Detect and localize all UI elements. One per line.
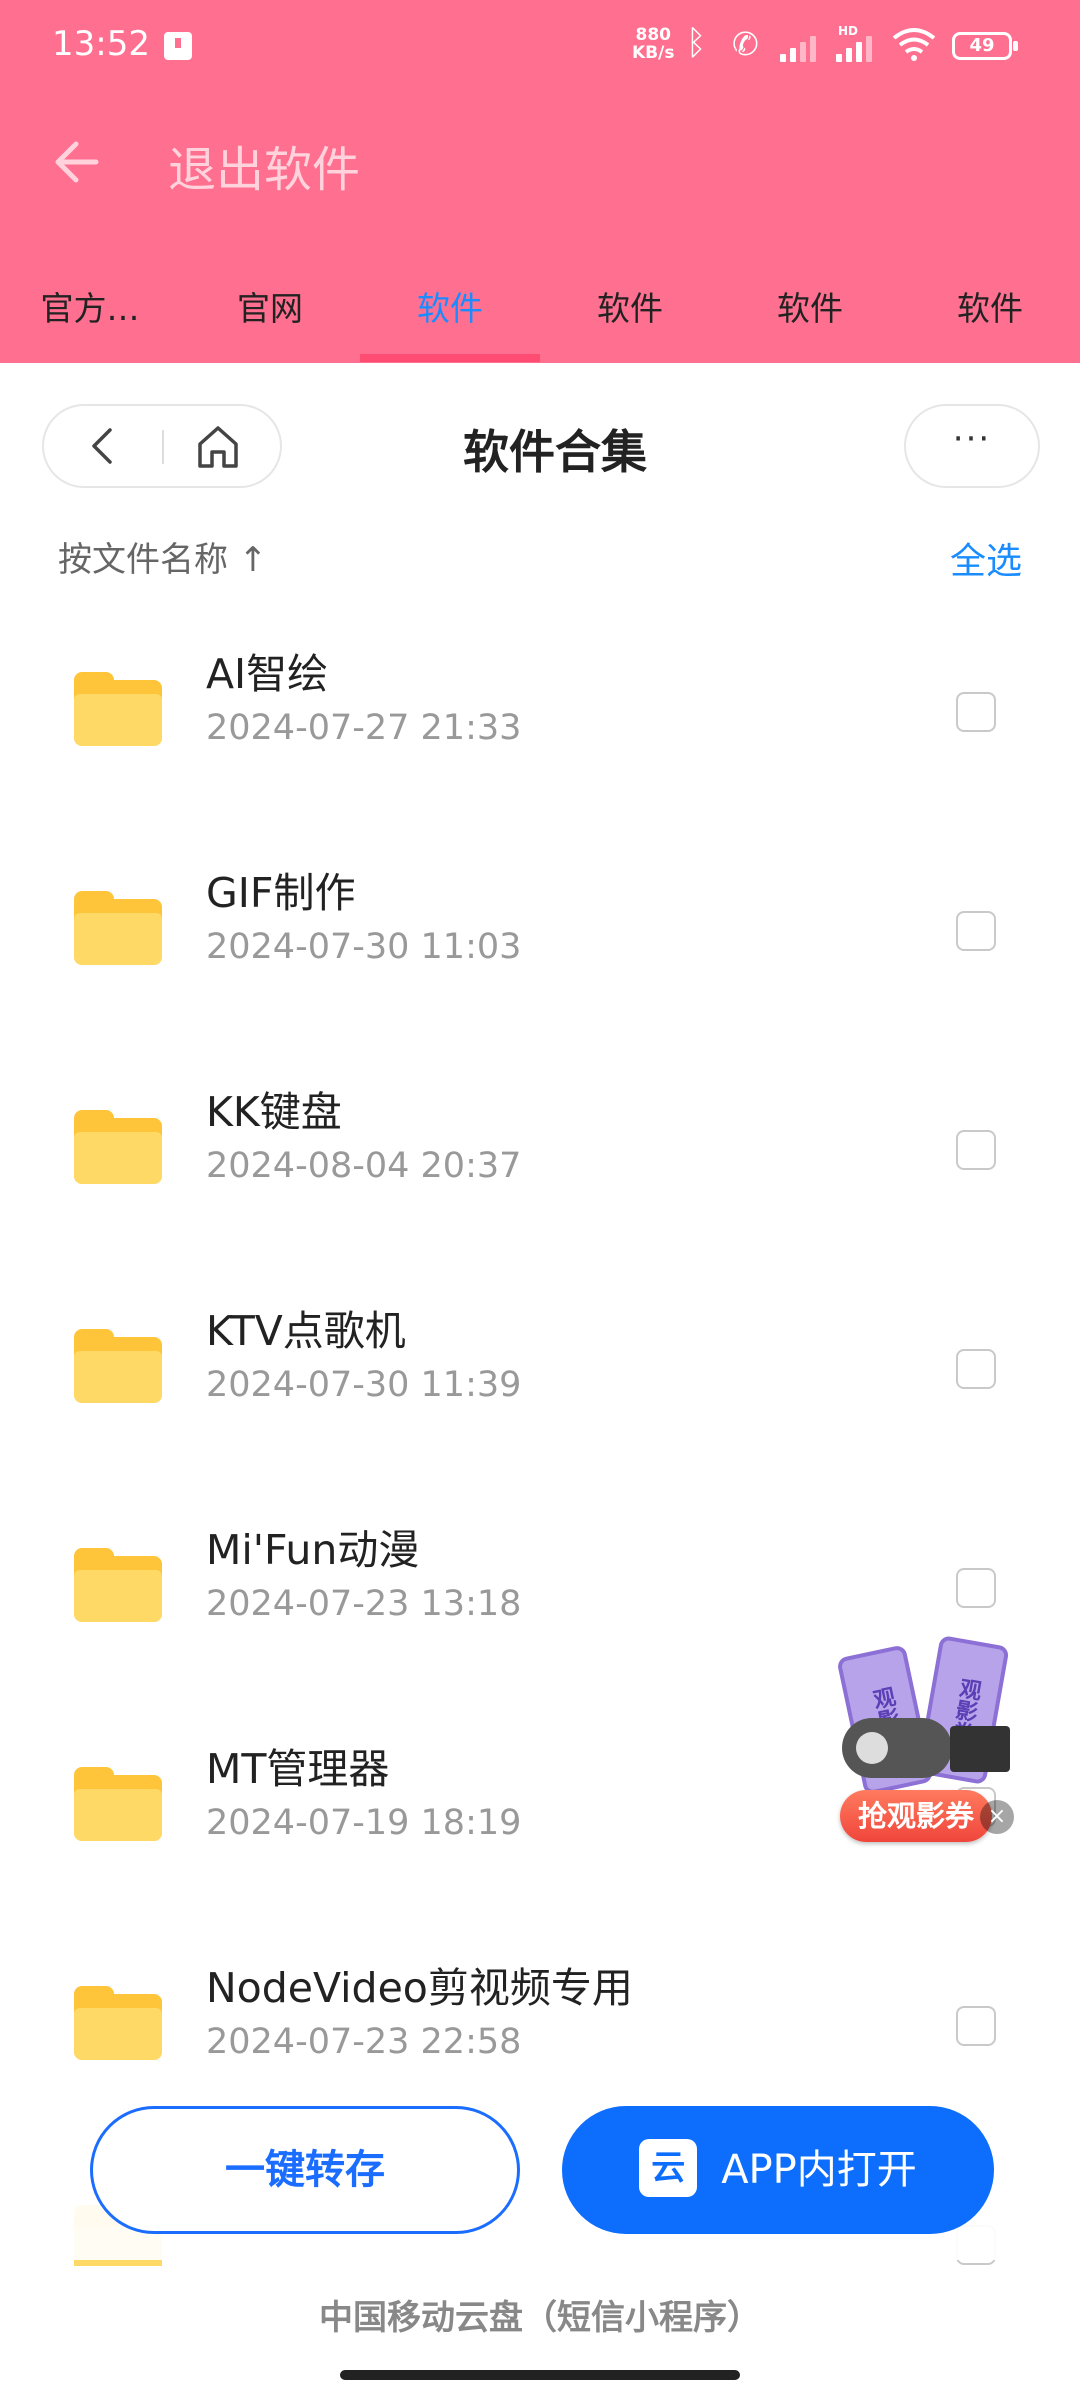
page-title: 退出软件 (168, 142, 361, 198)
footer-text: 中国移动云盘（短信小程序） (319, 2298, 761, 2338)
file-name: KK键盘 (206, 1088, 342, 1136)
file-date: 2024-07-30 11:03 (206, 927, 522, 967)
movie-ticket-promo[interactable]: 观影券 观影券 抢观影券 × (830, 1634, 1020, 1850)
folder-icon (74, 1767, 162, 1841)
file-name: AI智绘 (206, 650, 329, 698)
folder-title: 软件合集 (463, 425, 647, 479)
select-all-button[interactable]: 全选 (950, 532, 1022, 584)
file-name: Mi'Fun动漫 (206, 1526, 420, 1574)
select-checkbox[interactable] (956, 2006, 996, 2046)
status-time: 13:52 (52, 24, 150, 64)
network-speed: 880 KB/s (632, 25, 675, 63)
cloud-app-icon: 云 (639, 2139, 698, 2197)
file-date: 2024-07-19 18:19 (206, 1803, 522, 1843)
list-item[interactable]: KTV点歌机 2024-07-30 11:39 (0, 1257, 1080, 1476)
file-date: 2024-07-30 11:39 (206, 1365, 522, 1405)
file-name: NodeVideo剪视频专用 (206, 1964, 633, 2012)
folder-nav-group (42, 404, 282, 488)
file-name: KTV点歌机 (206, 1307, 406, 1355)
save-all-button[interactable]: 一键转存 (90, 2106, 520, 2234)
home-indicator[interactable] (340, 2370, 740, 2380)
select-checkbox[interactable] (956, 911, 996, 951)
status-bar: 13:52 880 KB/s ᛒ ✆ HD 49 (0, 0, 1080, 96)
home-icon[interactable] (194, 424, 242, 470)
file-name: MT管理器 (206, 1745, 390, 1793)
open-in-app-button[interactable]: 云 APP内打开 (562, 2106, 994, 2234)
tab-software-active[interactable]: 软件 (360, 282, 540, 330)
file-date: 2024-07-27 21:33 (206, 708, 522, 748)
open-in-app-label: APP内打开 (721, 2147, 917, 2193)
list-item[interactable]: KK键盘 2024-08-04 20:37 (0, 1038, 1080, 1257)
folder-icon (74, 1329, 162, 1403)
folder-icon (74, 1986, 162, 2060)
sort-by-name-button[interactable]: 按文件名称 ↑ (58, 532, 267, 581)
list-item[interactable]: GIF制作 2024-07-30 11:03 (0, 819, 1080, 1038)
back-arrow-icon[interactable] (46, 134, 102, 190)
tab-software-3[interactable]: 软件 (720, 282, 900, 330)
tab-official-account[interactable]: 官方… (0, 282, 180, 330)
file-list: AI智绘 2024-07-27 21:33 GIF制作 2024-07-30 1… (0, 600, 1080, 2266)
select-checkbox[interactable] (956, 1568, 996, 1608)
tab-software-4[interactable]: 软件 (900, 282, 1080, 330)
download-notification-icon (164, 32, 192, 60)
tab-bar: 官方… 官网 软件 软件 软件 软件 (0, 262, 1080, 363)
tab-software-2[interactable]: 软件 (540, 282, 720, 330)
tab-official-site[interactable]: 官网 (180, 282, 360, 330)
list-item[interactable]: AI智绘 2024-07-27 21:33 (0, 600, 1080, 819)
call-muted-icon: ✆ (732, 25, 759, 63)
battery-icon: 49 (952, 32, 1018, 60)
folder-back-icon[interactable] (84, 426, 124, 466)
wifi-icon (892, 28, 936, 61)
file-date: 2024-07-23 22:58 (206, 2022, 522, 2062)
clapperboard-icon (950, 1726, 1010, 1772)
close-icon[interactable]: × (980, 1800, 1014, 1834)
film-reel-icon (842, 1718, 952, 1778)
signal-hd-icon (836, 32, 880, 62)
active-tab-indicator (360, 354, 540, 362)
nav-divider (162, 430, 164, 464)
more-options-button[interactable]: ··· (904, 404, 1040, 488)
file-name: GIF制作 (206, 869, 356, 917)
folder-icon (74, 891, 162, 965)
file-date: 2024-08-04 20:37 (206, 1146, 522, 1186)
app-header: 13:52 880 KB/s ᛒ ✆ HD 49 退出软件 官方… 官网 软件 … (0, 0, 1080, 363)
select-checkbox[interactable] (956, 1349, 996, 1389)
select-checkbox[interactable] (956, 692, 996, 732)
folder-icon (74, 1548, 162, 1622)
file-date: 2024-07-23 13:18 (206, 1584, 522, 1624)
bluetooth-icon: ᛒ (686, 23, 707, 63)
select-checkbox[interactable] (956, 1130, 996, 1170)
grab-ticket-button[interactable]: 抢观影券 (840, 1790, 992, 1842)
folder-icon (74, 672, 162, 746)
folder-icon (74, 1110, 162, 1184)
signal-icon (780, 32, 824, 62)
